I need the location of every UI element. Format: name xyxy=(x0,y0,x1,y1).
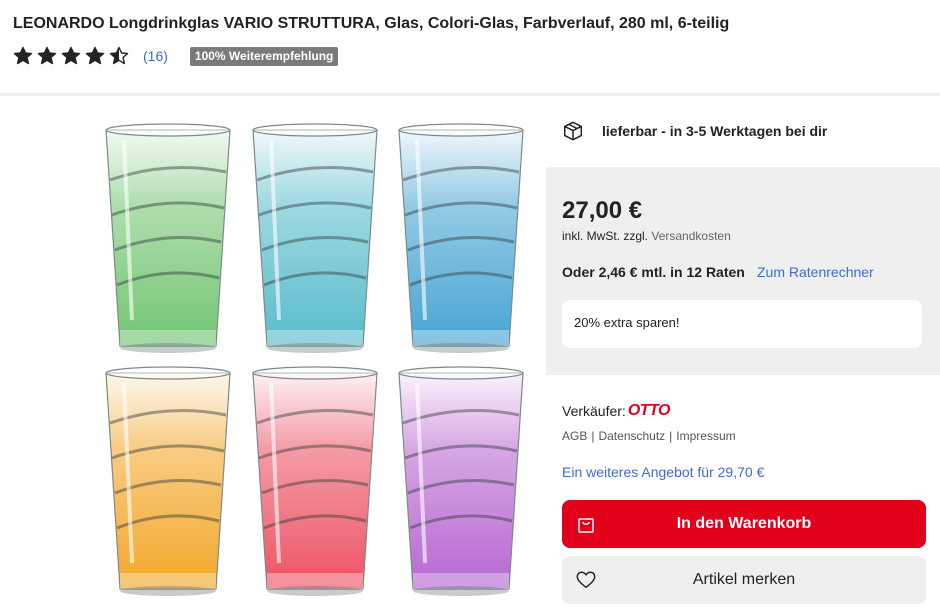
glass-turquoise-image xyxy=(252,123,378,353)
privacy-link[interactable]: Datenschutz xyxy=(598,429,665,443)
seller-info: Verkäufer: OTTO xyxy=(562,402,670,420)
review-count-link[interactable]: (16) xyxy=(143,48,168,64)
star-full-icon xyxy=(61,46,81,65)
add-to-cart-button[interactable]: In den Warenkorb xyxy=(562,500,926,548)
shopping-bag-icon xyxy=(578,518,594,533)
other-offer-link[interactable]: Ein weiteres Angebot für 29,70 € xyxy=(562,464,764,480)
rating-row: (16) 100% Weiterempfehlung xyxy=(13,46,339,66)
tax-note: inkl. MwSt. zzgl. Versandkosten xyxy=(562,229,731,243)
installment-text: Oder 2,46 € mtl. in 12 Raten xyxy=(562,264,745,280)
seller-logo-otto[interactable]: OTTO xyxy=(628,402,671,420)
delivery-text: lieferbar - in 3-5 Werktagen bei dir xyxy=(602,123,828,139)
price-panel: 27,00 € inkl. MwSt. zzgl. Versandkosten … xyxy=(546,167,940,375)
package-icon xyxy=(564,121,582,141)
promo-box[interactable]: 20% extra sparen! xyxy=(562,300,922,348)
separator: | xyxy=(591,429,595,443)
seller-legal-links: AGB | Datenschutz | Impressum xyxy=(562,429,736,443)
delivery-info: lieferbar - in 3-5 Werktagen bei dir xyxy=(562,120,827,142)
installment-calculator-link[interactable]: Zum Ratenrechner xyxy=(757,264,874,280)
star-full-icon xyxy=(37,46,57,65)
agb-link[interactable]: AGB xyxy=(562,429,587,443)
header-divider xyxy=(0,93,940,96)
add-to-cart-label: In den Warenkorb xyxy=(676,515,812,532)
wishlist-label: Artikel merken xyxy=(692,571,796,588)
star-rating[interactable] xyxy=(13,46,129,66)
glass-purple-image xyxy=(398,366,524,596)
glass-green-image xyxy=(105,123,231,353)
product-image-gallery[interactable] xyxy=(100,115,530,605)
star-half-icon xyxy=(109,46,129,65)
imprint-link[interactable]: Impressum xyxy=(676,429,735,443)
price: 27,00 € xyxy=(562,197,643,224)
glass-orange-image xyxy=(105,366,231,596)
seller-label: Verkäufer: xyxy=(562,403,626,419)
shipping-costs-link[interactable]: Versandkosten xyxy=(651,229,730,243)
heart-icon xyxy=(576,571,596,589)
star-full-icon xyxy=(85,46,105,65)
separator: | xyxy=(669,429,673,443)
tax-text: inkl. MwSt. zzgl. xyxy=(562,229,649,243)
wishlist-button[interactable]: Artikel merken xyxy=(562,556,926,604)
star-full-icon xyxy=(13,46,33,65)
glass-blue-image xyxy=(398,123,524,353)
glass-red-image xyxy=(252,366,378,596)
product-title: LEONARDO Longdrinkglas VARIO STRUTTURA, … xyxy=(13,15,730,32)
recommendation-badge: 100% Weiterempfehlung xyxy=(189,46,339,66)
product-header: LEONARDO Longdrinkglas VARIO STRUTTURA, … xyxy=(0,0,940,94)
